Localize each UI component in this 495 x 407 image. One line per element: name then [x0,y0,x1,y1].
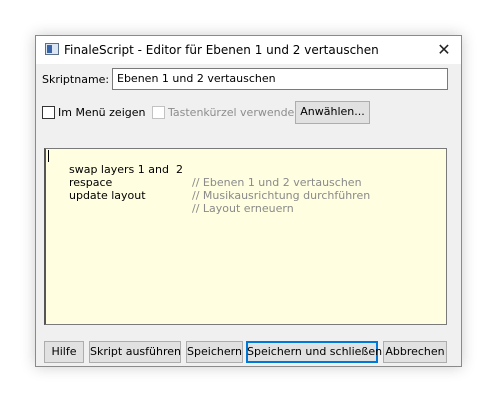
window-title: FinaleScript - Editor für Ebenen 1 und 2… [64,43,379,57]
finalescript-editor-dialog: FinaleScript - Editor für Ebenen 1 und 2… [35,35,462,367]
script-name-label: Skriptname: [42,73,110,86]
show-in-menu-label[interactable]: Im Menü zeigen [58,106,145,119]
finalescript-app-icon [45,43,59,55]
script-line: swap layers 1 and 2 // Ebenen 1 und 2 ve… [48,150,362,189]
select-shortcut-button[interactable]: Anwählen... [295,101,370,124]
close-icon[interactable]: ✕ [434,40,454,60]
script-comment: // Musikausrichtung durchführen [192,189,371,202]
run-script-button[interactable]: Skript ausführen [89,341,181,363]
use-shortcut-label: Tastenkürzel verwenden [168,106,302,119]
script-editor[interactable]: swap layers 1 and 2 // Ebenen 1 und 2 ve… [44,148,447,325]
script-name-input[interactable]: Ebenen 1 und 2 vertauschen [112,68,448,90]
save-and-close-button[interactable]: Speichern und schließen [246,341,382,363]
script-comment: // Layout erneuern [192,202,294,215]
help-button[interactable]: Hilfe [44,341,84,363]
title-bar[interactable]: FinaleScript - Editor für Ebenen 1 und 2… [36,36,461,64]
use-shortcut-checkbox [152,106,165,119]
script-comment: // Ebenen 1 und 2 vertauschen [192,176,362,189]
script-code: update layout [68,189,146,202]
script-line: respace // Musikausrichtung durchführen [48,163,370,202]
show-in-menu-checkbox[interactable] [42,106,55,119]
cancel-button[interactable]: Abbrechen [383,341,447,363]
script-line: update layout // Layout erneuern [48,176,294,215]
save-button[interactable]: Speichern [186,341,243,363]
